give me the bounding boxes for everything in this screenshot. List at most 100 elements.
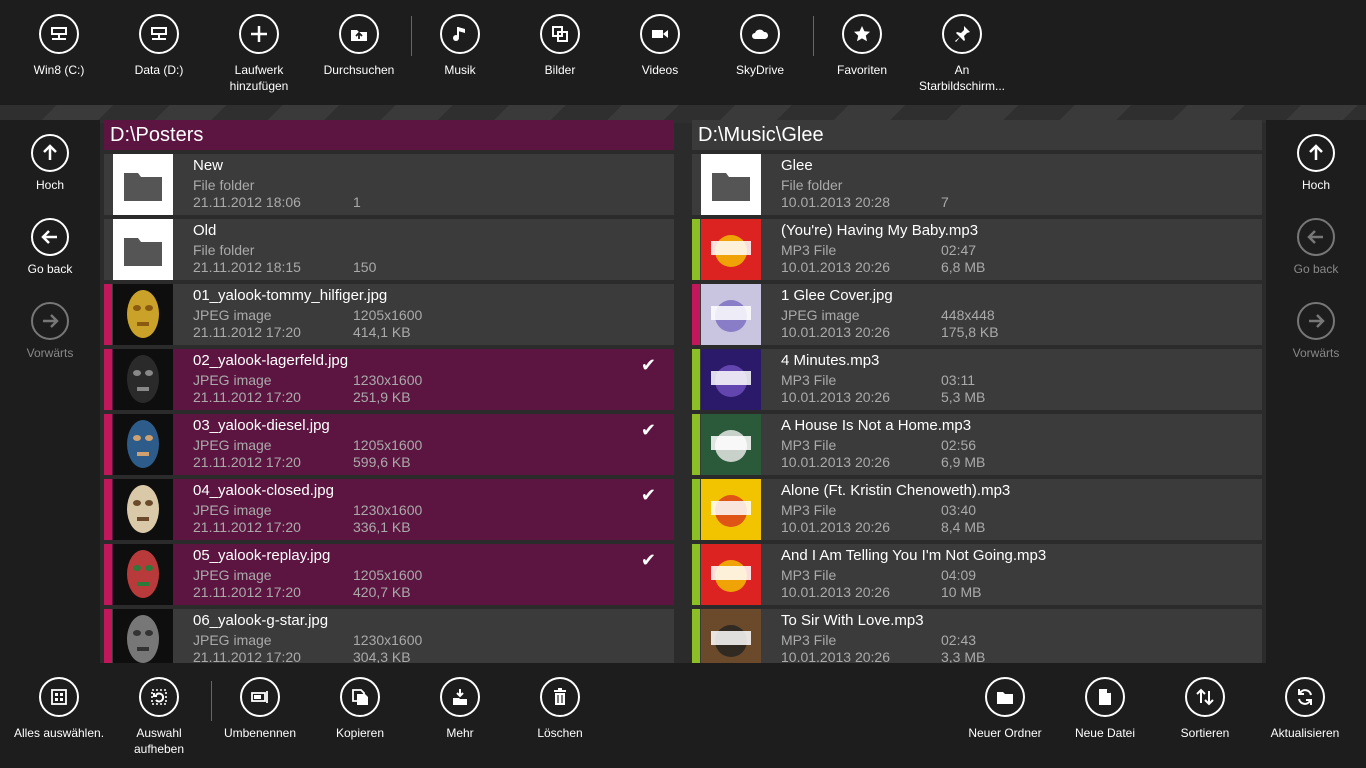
file-row[interactable]: And I Am Telling You I'm Not Going.mp3 MP…: [692, 544, 1262, 605]
row-accent-bar: [692, 479, 700, 540]
file-date: 10.01.2013 20:26: [781, 519, 890, 535]
file-meta-secondary: 414,1 KB: [353, 324, 411, 340]
right-forward-label: Vorwärts: [1292, 346, 1340, 360]
refresh-icon: [1285, 677, 1325, 717]
file-date: 10.01.2013 20:26: [781, 259, 890, 275]
left-forward-button[interactable]: Vorwärts: [0, 302, 100, 360]
select-all-icon: [39, 677, 79, 717]
right-back-button[interactable]: Go back: [1266, 218, 1366, 276]
checkmark-icon: ✔: [640, 550, 656, 570]
file-row[interactable]: 03_yalook-diesel.jpg JPEG image 21.11.2012…: [104, 414, 674, 475]
row-accent-bar: [692, 414, 700, 475]
file-meta-primary: 1205x1600: [353, 307, 423, 323]
file-row[interactable]: To Sir With Love.mp3 MP3 File 10.01.2013 2…: [692, 609, 1262, 663]
folder-icon: [701, 154, 761, 215]
pictures-label: Bilder: [544, 63, 576, 77]
more-label: Mehr: [446, 726, 474, 740]
right-forward-button[interactable]: Vorwärts: [1266, 302, 1366, 360]
file-date: 21.11.2012 18:15: [193, 259, 301, 275]
pin-to-start-button[interactable]: An Starbildschirm...: [912, 14, 1012, 94]
new-file-button[interactable]: Neue Datei: [1055, 677, 1155, 741]
file-row[interactable]: 06_yalook-g-star.jpg JPEG image 21.11.2012…: [104, 609, 674, 663]
file-meta-secondary: 7: [941, 194, 949, 210]
image-thumbnail: [113, 479, 173, 540]
drive-d-button[interactable]: Data (D:): [109, 14, 209, 78]
album-cover-thumbnail: [701, 479, 761, 540]
file-meta-secondary: 5,3 MB: [941, 389, 986, 405]
right-back-label: Go back: [1293, 262, 1339, 276]
file-type: JPEG image: [193, 307, 272, 323]
file-meta-primary: 1230x1600: [353, 502, 423, 518]
file-type: File folder: [193, 177, 255, 193]
left-back-button[interactable]: Go back: [0, 218, 100, 276]
drive-c-label: Win8 (C:): [33, 63, 85, 77]
file-type: JPEG image: [193, 372, 272, 388]
browse-button[interactable]: Durchsuchen: [309, 14, 409, 78]
favorites-button[interactable]: Favoriten: [812, 14, 912, 78]
file-meta-secondary: 10 MB: [941, 584, 982, 600]
clear-selection-button[interactable]: Auswahl aufheben: [109, 677, 209, 757]
row-thumbnail: [701, 479, 761, 540]
file-type: MP3 File: [781, 502, 837, 518]
arrow-up-icon: [1297, 134, 1335, 172]
file-row[interactable]: 4 Minutes.mp3 MP3 File 10.01.2013 20:26 03:…: [692, 349, 1262, 410]
file-row[interactable]: A House Is Not a Home.mp3 MP3 File 10.01.2…: [692, 414, 1262, 475]
checkmark-icon: ✔: [640, 420, 656, 440]
file-row[interactable]: 01_yalook-tommy_hilfiger.jpg JPEG image 21…: [104, 284, 674, 345]
sort-icon: [1185, 677, 1225, 717]
bottom-app-bar: Alles auswählen. Auswahl aufheben Umbene…: [0, 663, 1366, 768]
file-meta-primary: 02:47: [941, 242, 977, 258]
row-thumbnail: [113, 609, 173, 663]
videos-button[interactable]: Videos: [610, 14, 710, 78]
sort-button[interactable]: Sortieren: [1155, 677, 1255, 741]
file-name: 02_yalook-lagerfeld.jpg: [193, 352, 349, 369]
row-accent-bar: [104, 349, 112, 410]
file-row[interactable]: Glee File folder 10.01.2013 20:28 7: [692, 154, 1262, 215]
file-meta-secondary: 175,8 KB: [941, 324, 999, 340]
add-drive-button[interactable]: Laufwerk hinzufügen: [209, 14, 309, 94]
right-up-button[interactable]: Hoch: [1266, 134, 1366, 192]
file-row[interactable]: 02_yalook-lagerfeld.jpg JPEG image 21.11.2…: [104, 349, 674, 410]
more-button[interactable]: Mehr: [410, 677, 510, 741]
music-button[interactable]: Musik: [410, 14, 510, 78]
skydrive-button[interactable]: SkyDrive: [710, 14, 810, 78]
video-icon: [640, 14, 680, 54]
pictures-icon: [540, 14, 580, 54]
file-meta-secondary: 8,4 MB: [941, 519, 986, 535]
file-row[interactable]: 1 Glee Cover.jpg JPEG image 10.01.2013 20:…: [692, 284, 1262, 345]
row-thumbnail: [701, 544, 761, 605]
file-date: 10.01.2013 20:26: [781, 324, 890, 340]
pictures-button[interactable]: Bilder: [510, 14, 610, 78]
file-name: Glee: [781, 157, 813, 174]
file-type: MP3 File: [781, 372, 837, 388]
favorites-label: Favoriten: [836, 63, 888, 77]
music-label: Musik: [444, 63, 476, 77]
rename-button[interactable]: Umbenennen: [210, 677, 310, 741]
arrow-right-icon: [1297, 302, 1335, 340]
file-row[interactable]: Alone (Ft. Kristin Chenoweth).mp3 MP3 Fil…: [692, 479, 1262, 540]
copy-button[interactable]: Kopieren: [310, 677, 410, 741]
delete-label: Löschen: [537, 726, 583, 740]
right-path-header[interactable]: D:\Music\Glee: [692, 120, 1262, 150]
left-up-button[interactable]: Hoch: [0, 134, 100, 192]
file-row[interactable]: 04_yalook-closed.jpg JPEG image 21.11.2012…: [104, 479, 674, 540]
file-meta-secondary: 150: [353, 259, 377, 275]
file-row[interactable]: Old File folder 21.11.2012 18:15 150: [104, 219, 674, 280]
row-thumbnail: [113, 284, 173, 345]
file-row[interactable]: New File folder 21.11.2012 18:06 1: [104, 154, 674, 215]
drive-c-button[interactable]: Win8 (C:): [9, 14, 109, 78]
file-row[interactable]: (You're) Having My Baby.mp3 MP3 File 10.01…: [692, 219, 1262, 280]
right-up-label: Hoch: [1301, 178, 1330, 192]
refresh-button[interactable]: Aktualisieren: [1255, 677, 1355, 741]
file-meta-primary: 02:43: [941, 632, 977, 648]
new-file-label: Neue Datei: [1074, 726, 1136, 740]
file-row[interactable]: 05_yalook-replay.jpg JPEG image 21.11.2012…: [104, 544, 674, 605]
file-date: 10.01.2013 20:26: [781, 454, 890, 470]
delete-button[interactable]: Löschen: [510, 677, 610, 741]
new-folder-button[interactable]: Neuer Ordner: [955, 677, 1055, 741]
left-path-header[interactable]: D:\Posters: [104, 120, 674, 150]
file-date: 21.11.2012 17:20: [193, 584, 301, 600]
select-all-button[interactable]: Alles auswählen.: [9, 677, 109, 741]
album-cover-thumbnail: [701, 544, 761, 605]
add-drive-label: Laufwerk hinzufügen: [229, 63, 289, 93]
